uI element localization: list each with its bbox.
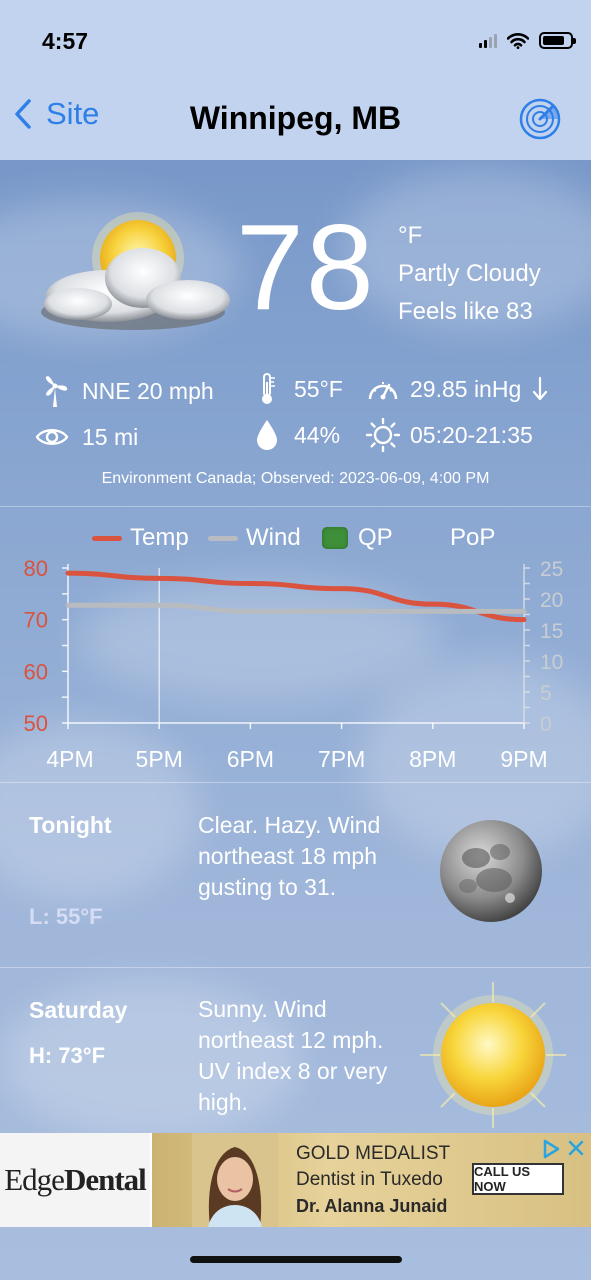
eye-icon xyxy=(32,420,72,454)
ad-headline: GOLD MEDALIST xyxy=(296,1143,451,1164)
wifi-icon xyxy=(507,32,529,49)
cellular-signal-icon xyxy=(479,33,497,48)
forecast-period-name: Saturday xyxy=(29,997,128,1023)
forecast-period-name: Tonight xyxy=(29,812,112,838)
divider xyxy=(0,967,591,968)
divider xyxy=(0,506,591,507)
dentist-photo xyxy=(192,1133,278,1227)
legend-wind: Wind xyxy=(208,524,301,552)
sun-outline-icon xyxy=(366,418,400,452)
y-right-tick-label: 10 xyxy=(540,651,563,674)
forecast-high: H: 73°F xyxy=(29,1043,106,1068)
x-tick-label: 4PM xyxy=(46,746,93,772)
ad-subline: Dentist in Tuxedo xyxy=(296,1169,443,1190)
current-temperature: 78 xyxy=(236,199,376,335)
forecast-low: L: 55°F xyxy=(29,904,103,929)
humidity-value: 44% xyxy=(294,421,341,448)
x-tick-label: 8PM xyxy=(409,746,456,772)
status-icons xyxy=(479,32,576,49)
x-tick-label: 6PM xyxy=(227,746,274,772)
current-condition: Partly Cloudy xyxy=(398,260,541,287)
x-tick-label: 9PM xyxy=(500,746,547,772)
y-right-tick-label: 5 xyxy=(540,682,552,705)
divider xyxy=(0,782,591,783)
pressure-metric: 29.85 inHg xyxy=(366,372,548,406)
temperature-unit: °F xyxy=(398,222,423,249)
ad-logo: Edge Dental xyxy=(0,1133,150,1227)
arrow-down-icon xyxy=(533,376,548,401)
radar-icon[interactable] xyxy=(519,98,561,140)
y-right-tick-label: 0 xyxy=(540,713,552,736)
y-right-tick-label: 15 xyxy=(540,620,563,643)
visibility-value: 15 mi xyxy=(82,423,139,450)
wind-metric: NNE 20 mph xyxy=(38,374,214,408)
wind-value: NNE 20 mph xyxy=(82,377,214,404)
call-us-button[interactable]: CALL US NOW xyxy=(472,1163,564,1195)
thermometer-icon xyxy=(250,372,284,406)
visibility-metric: 15 mi xyxy=(32,420,138,454)
legend-pop: PoP xyxy=(450,524,496,551)
ad-doctor-name: Dr. Alanna Junaid xyxy=(296,1196,448,1216)
gauge-icon xyxy=(366,372,400,406)
hourly-chart: 4PM 5PM 6PM 7PM 8PM 9PM807060502520151050 xyxy=(24,556,564,772)
y-left-tick-label: 70 xyxy=(24,608,48,633)
sun-times-value: 05:20-21:35 xyxy=(410,421,533,448)
moon-icon xyxy=(440,820,542,922)
partly-cloudy-icon xyxy=(41,212,230,330)
status-time: 4:57 xyxy=(42,28,89,54)
y-right-tick-label: 25 xyxy=(540,558,563,581)
y-left-tick-label: 50 xyxy=(24,711,48,736)
ad-panel: GOLD MEDALIST Dentist in Tuxedo Dr. Alan… xyxy=(152,1133,591,1227)
forecast-text: Sunny. Wind northeast 12 mph. UV index 8… xyxy=(198,996,388,1115)
dewpoint-value: 55°F xyxy=(294,375,343,402)
ad-banner[interactable]: Edge Dental GOLD MEDALIST Dentist in Tuxe… xyxy=(0,1133,591,1227)
home-indicator[interactable] xyxy=(190,1256,402,1263)
y-left-tick-label: 60 xyxy=(24,659,48,684)
dewpoint-metric: 55°F xyxy=(250,372,343,406)
page-title: Winnipeg, MB xyxy=(189,100,402,136)
wind-turbine-icon xyxy=(38,374,72,408)
y-right-tick-label: 20 xyxy=(540,589,563,612)
adchoices-icon[interactable] xyxy=(541,1139,561,1159)
water-drop-icon xyxy=(250,418,284,452)
feels-like: Feels like 83 xyxy=(398,298,533,325)
humidity-metric: 44% xyxy=(250,418,340,452)
forecast-text: Clear. Hazy. Wind northeast 18 mph gusti… xyxy=(198,812,381,900)
ad-controls[interactable] xyxy=(541,1139,585,1159)
legend-temp: Temp xyxy=(92,524,189,552)
y-left-tick-label: 80 xyxy=(24,556,48,581)
pressure-value: 29.85 inHg xyxy=(410,375,522,402)
sun-icon xyxy=(420,982,566,1128)
observation-source: Environment Canada; Observed: 2023-06-09… xyxy=(101,470,490,487)
legend-qp: QP xyxy=(322,524,393,552)
battery-icon xyxy=(539,32,576,49)
top-bar: 4:57 Site Winnipeg, MB xyxy=(0,0,591,160)
x-tick-label: 7PM xyxy=(318,746,365,772)
x-tick-label: 5PM xyxy=(136,746,183,772)
close-icon[interactable] xyxy=(567,1139,585,1157)
sun-times-metric: 05:20-21:35 xyxy=(366,418,533,452)
